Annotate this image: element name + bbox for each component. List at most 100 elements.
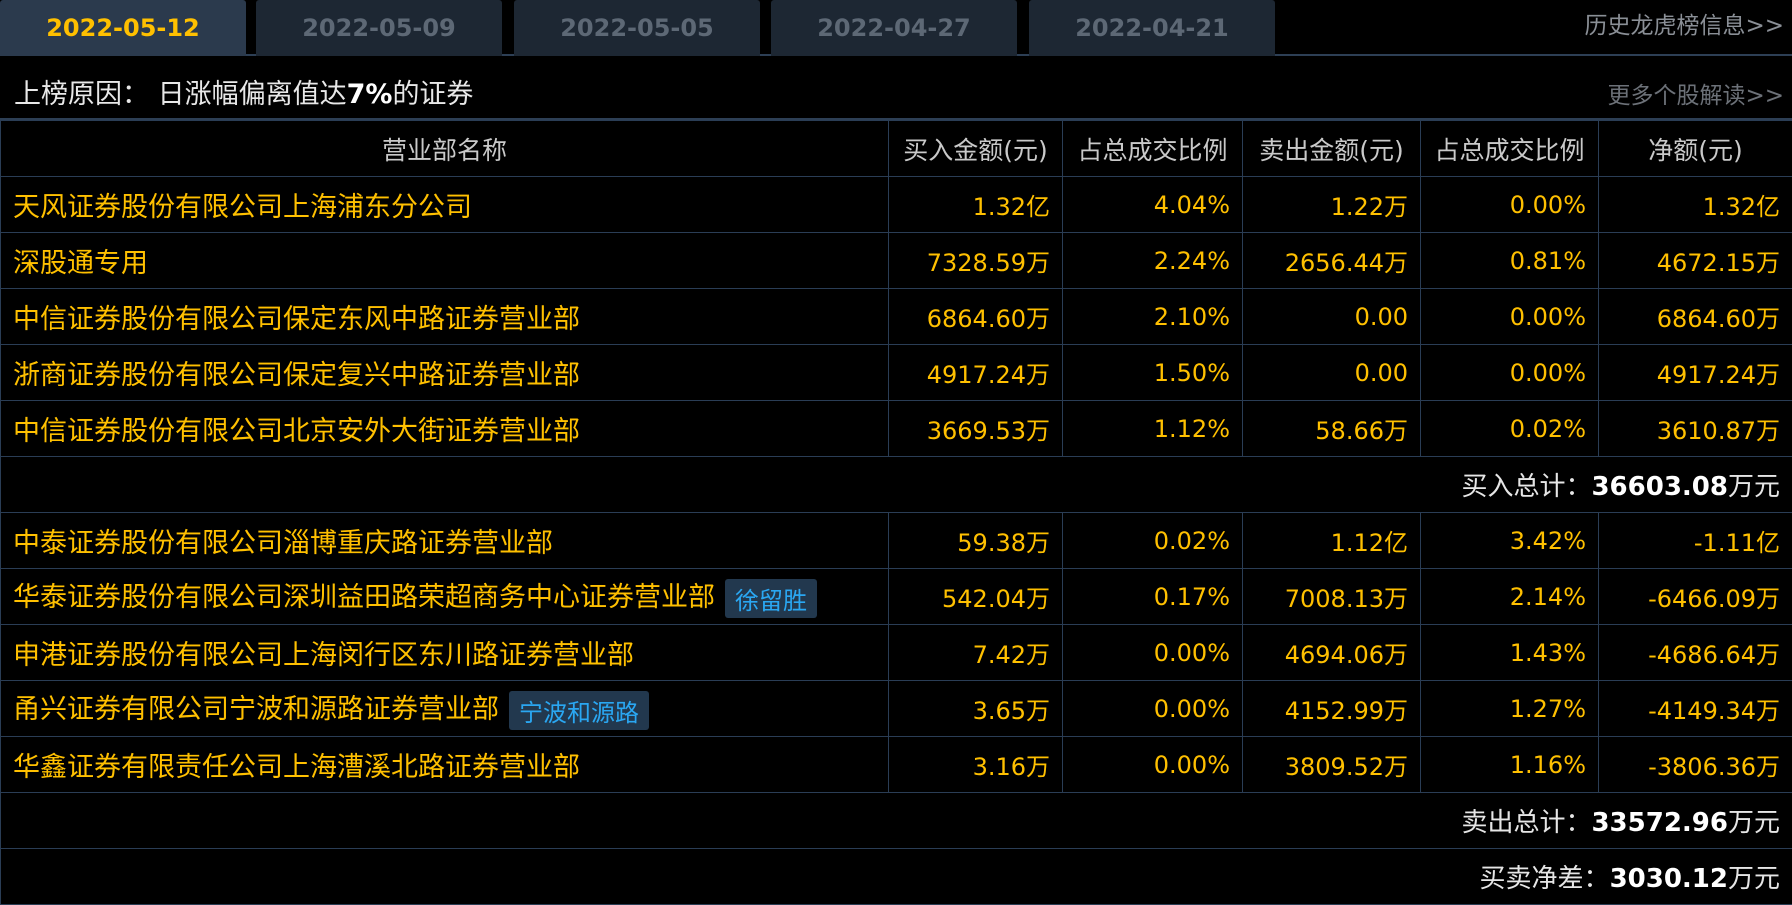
reason-bar: 上榜原因： 日涨幅偏离值达7%的证券 更多个股解读>> bbox=[0, 58, 1792, 120]
buy-amount: 1.32亿 bbox=[889, 177, 1063, 233]
sell-amount: 7008.13万 bbox=[1243, 569, 1421, 625]
table-row[interactable]: 申港证券股份有限公司上海闵行区东川路证券营业部 7.42万 0.00% 4694… bbox=[1, 625, 1792, 681]
buy-ratio: 0.02% bbox=[1063, 513, 1243, 569]
net-diff-unit: 万元 bbox=[1728, 864, 1780, 894]
buy-amount: 6864.60万 bbox=[889, 289, 1063, 345]
buy-total-value: 36603.08 bbox=[1591, 472, 1728, 502]
table-row[interactable]: 中信证券股份有限公司保定东风中路证券营业部 6864.60万 2.10% 0.0… bbox=[1, 289, 1792, 345]
buy-amount: 3669.53万 bbox=[889, 401, 1063, 457]
buy-ratio: 1.12% bbox=[1063, 401, 1243, 457]
branch-name-cell: 华泰证券股份有限公司深圳益田路荣超商务中心证券营业部徐留胜 bbox=[1, 569, 889, 625]
col-header-net: 净额(元) bbox=[1599, 121, 1792, 177]
sell-total-unit: 万元 bbox=[1728, 808, 1780, 838]
reason-suffix: 的证券 bbox=[392, 79, 473, 110]
net-diff: 买卖净差：3030.12万元 bbox=[1, 849, 1792, 905]
tab-date-2[interactable]: 2022-05-09 bbox=[256, 0, 502, 56]
branch-name[interactable]: 申港证券股份有限公司上海闵行区东川路证券营业部 bbox=[1, 625, 889, 681]
tab-date-1[interactable]: 2022-05-12 bbox=[0, 0, 246, 56]
buy-total-label: 买入总计： bbox=[1461, 472, 1591, 502]
buy-total: 买入总计：36603.08万元 bbox=[1, 457, 1792, 513]
buy-total-unit: 万元 bbox=[1728, 472, 1780, 502]
branch-name[interactable]: 中泰证券股份有限公司淄博重庆路证券营业部 bbox=[1, 513, 889, 569]
branch-name[interactable]: 华泰证券股份有限公司深圳益田路荣超商务中心证券营业部 bbox=[13, 582, 715, 613]
sell-amount: 0.00 bbox=[1243, 345, 1421, 401]
trader-tag[interactable]: 宁波和源路 bbox=[509, 691, 649, 730]
net-amount: -3806.36万 bbox=[1599, 737, 1792, 793]
buy-amount: 4917.24万 bbox=[889, 345, 1063, 401]
table-row[interactable]: 中信证券股份有限公司北京安外大街证券营业部 3669.53万 1.12% 58.… bbox=[1, 401, 1792, 457]
reason-threshold: 7% bbox=[347, 79, 393, 110]
table-row[interactable]: 中泰证券股份有限公司淄博重庆路证券营业部 59.38万 0.02% 1.12亿 … bbox=[1, 513, 1792, 569]
branch-name[interactable]: 华鑫证券有限责任公司上海漕溪北路证券营业部 bbox=[1, 737, 889, 793]
net-amount: 6864.60万 bbox=[1599, 289, 1792, 345]
tab-date-3[interactable]: 2022-05-05 bbox=[514, 0, 760, 56]
sell-ratio: 1.16% bbox=[1421, 737, 1599, 793]
history-link[interactable]: 历史龙虎榜信息>> bbox=[1584, 6, 1784, 40]
sell-ratio: 0.00% bbox=[1421, 289, 1599, 345]
net-amount: 1.32亿 bbox=[1599, 177, 1792, 233]
col-header-branch: 营业部名称 bbox=[1, 121, 889, 177]
buy-ratio: 1.50% bbox=[1063, 345, 1243, 401]
sell-amount: 1.22万 bbox=[1243, 177, 1421, 233]
table-row[interactable]: 华鑫证券有限责任公司上海漕溪北路证券营业部 3.16万 0.00% 3809.5… bbox=[1, 737, 1792, 793]
col-header-buy-amount: 买入金额(元) bbox=[889, 121, 1063, 177]
broker-table: 营业部名称 买入金额(元) 占总成交比例 卖出金额(元) 占总成交比例 净额(元… bbox=[0, 120, 1792, 905]
buy-amount: 7328.59万 bbox=[889, 233, 1063, 289]
sell-ratio: 0.02% bbox=[1421, 401, 1599, 457]
sell-amount: 4694.06万 bbox=[1243, 625, 1421, 681]
net-amount: -1.11亿 bbox=[1599, 513, 1792, 569]
sell-ratio: 0.00% bbox=[1421, 345, 1599, 401]
buy-ratio: 0.00% bbox=[1063, 681, 1243, 737]
branch-name[interactable]: 中信证券股份有限公司北京安外大街证券营业部 bbox=[1, 401, 889, 457]
more-analysis-link[interactable]: 更多个股解读>> bbox=[1607, 76, 1784, 110]
net-diff-label: 买卖净差： bbox=[1480, 864, 1610, 894]
buy-ratio: 4.04% bbox=[1063, 177, 1243, 233]
branch-name[interactable]: 深股通专用 bbox=[1, 233, 889, 289]
col-header-buy-ratio: 占总成交比例 bbox=[1063, 121, 1243, 177]
buy-ratio: 2.24% bbox=[1063, 233, 1243, 289]
buy-total-row: 买入总计：36603.08万元 bbox=[1, 457, 1792, 513]
buy-ratio: 2.10% bbox=[1063, 289, 1243, 345]
tab-date-4[interactable]: 2022-04-27 bbox=[771, 0, 1017, 56]
table-row[interactable]: 华泰证券股份有限公司深圳益田路荣超商务中心证券营业部徐留胜 542.04万 0.… bbox=[1, 569, 1792, 625]
sell-ratio: 1.27% bbox=[1421, 681, 1599, 737]
table-row[interactable]: 浙商证券股份有限公司保定复兴中路证券营业部 4917.24万 1.50% 0.0… bbox=[1, 345, 1792, 401]
sell-amount: 0.00 bbox=[1243, 289, 1421, 345]
net-amount: 3610.87万 bbox=[1599, 401, 1792, 457]
sell-total-label: 卖出总计： bbox=[1461, 808, 1591, 838]
sell-amount: 1.12亿 bbox=[1243, 513, 1421, 569]
sell-ratio: 0.00% bbox=[1421, 177, 1599, 233]
col-header-sell-amount: 卖出金额(元) bbox=[1243, 121, 1421, 177]
branch-name[interactable]: 浙商证券股份有限公司保定复兴中路证券营业部 bbox=[1, 345, 889, 401]
sell-total: 卖出总计：33572.96万元 bbox=[1, 793, 1792, 849]
col-header-sell-ratio: 占总成交比例 bbox=[1421, 121, 1599, 177]
buy-ratio: 0.17% bbox=[1063, 569, 1243, 625]
sell-amount: 4152.99万 bbox=[1243, 681, 1421, 737]
net-diff-row: 买卖净差：3030.12万元 bbox=[1, 849, 1792, 905]
sell-amount: 58.66万 bbox=[1243, 401, 1421, 457]
tab-date-5[interactable]: 2022-04-21 bbox=[1029, 0, 1275, 56]
buy-ratio: 0.00% bbox=[1063, 737, 1243, 793]
sell-amount: 3809.52万 bbox=[1243, 737, 1421, 793]
branch-name[interactable]: 甬兴证券有限公司宁波和源路证券营业部 bbox=[13, 694, 499, 725]
table-header-row: 营业部名称 买入金额(元) 占总成交比例 卖出金额(元) 占总成交比例 净额(元… bbox=[1, 121, 1792, 177]
buy-amount: 59.38万 bbox=[889, 513, 1063, 569]
sell-ratio: 3.42% bbox=[1421, 513, 1599, 569]
date-tab-bar: 2022-05-12 2022-05-09 2022-05-05 2022-04… bbox=[0, 0, 1792, 56]
sell-ratio: 1.43% bbox=[1421, 625, 1599, 681]
buy-amount: 3.65万 bbox=[889, 681, 1063, 737]
branch-name[interactable]: 天风证券股份有限公司上海浦东分公司 bbox=[1, 177, 889, 233]
branch-name-cell: 甬兴证券有限公司宁波和源路证券营业部宁波和源路 bbox=[1, 681, 889, 737]
table-row[interactable]: 甬兴证券有限公司宁波和源路证券营业部宁波和源路 3.65万 0.00% 4152… bbox=[1, 681, 1792, 737]
net-amount: 4672.15万 bbox=[1599, 233, 1792, 289]
net-amount: -4686.64万 bbox=[1599, 625, 1792, 681]
buy-amount: 3.16万 bbox=[889, 737, 1063, 793]
sell-amount: 2656.44万 bbox=[1243, 233, 1421, 289]
table-row[interactable]: 深股通专用 7328.59万 2.24% 2656.44万 0.81% 4672… bbox=[1, 233, 1792, 289]
trader-tag[interactable]: 徐留胜 bbox=[725, 579, 817, 618]
table-row[interactable]: 天风证券股份有限公司上海浦东分公司 1.32亿 4.04% 1.22万 0.00… bbox=[1, 177, 1792, 233]
branch-name[interactable]: 中信证券股份有限公司保定东风中路证券营业部 bbox=[1, 289, 889, 345]
listing-reason: 上榜原因： 日涨幅偏离值达7%的证券 bbox=[14, 72, 473, 111]
buy-ratio: 0.00% bbox=[1063, 625, 1243, 681]
reason-prefix: 上榜原因： 日涨幅偏离值达 bbox=[14, 79, 347, 110]
